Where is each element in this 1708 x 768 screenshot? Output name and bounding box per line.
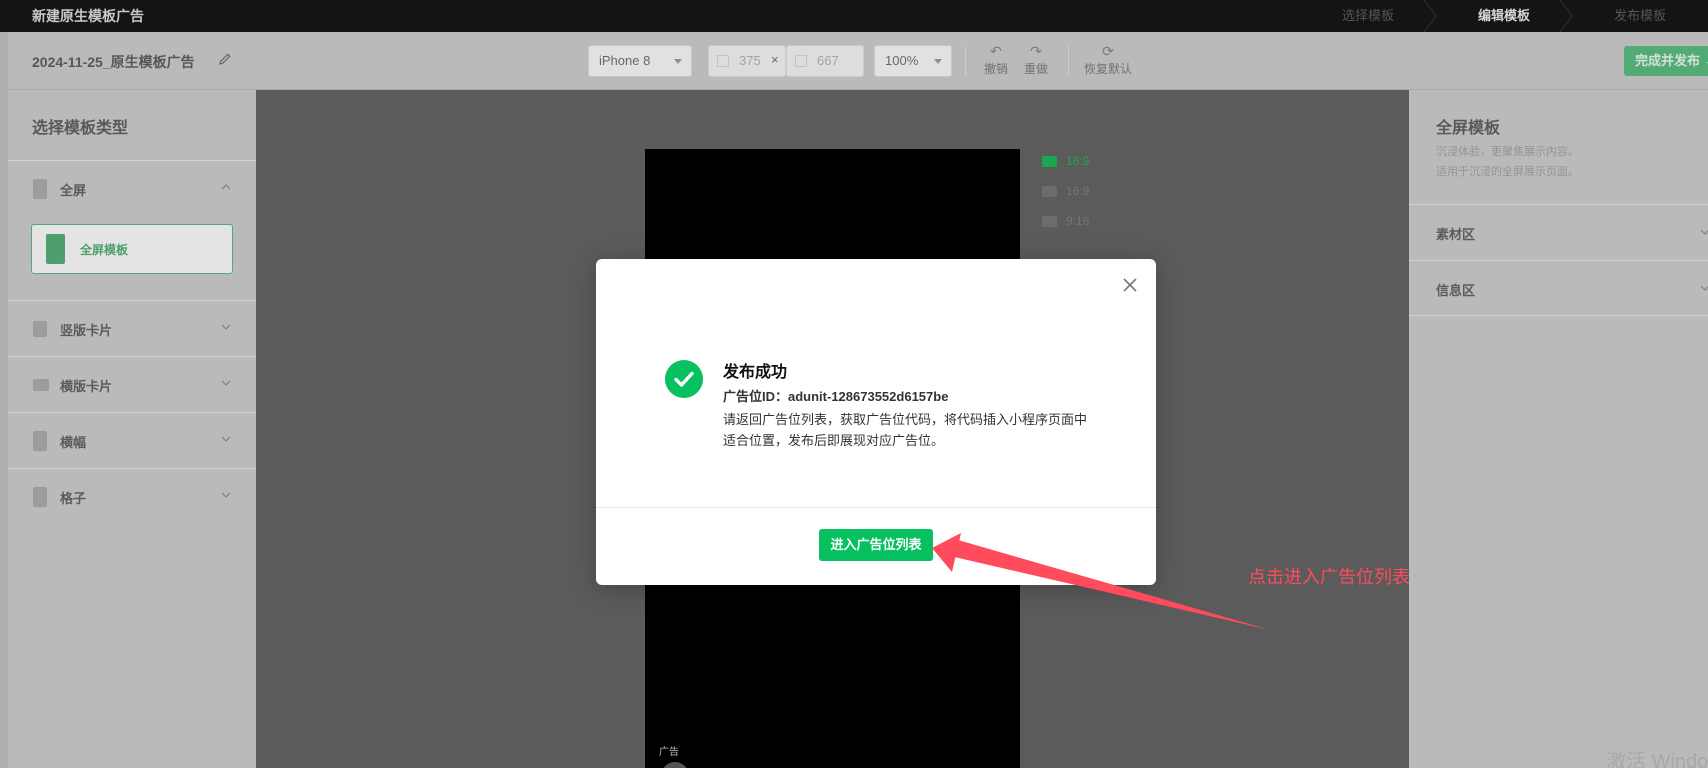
redo-label: 重做: [1023, 62, 1048, 76]
dialog-title: 发布成功: [723, 364, 788, 381]
window-edge: [0, 32, 8, 768]
ratio-list: 16:9 16:9 9:16: [1042, 151, 1089, 241]
publish-success-dialog: 发布成功 广告位ID：adunit-128673552d6157be 请返回广告…: [596, 259, 1156, 585]
chevron-down-icon: [221, 492, 231, 498]
section-info[interactable]: 信息区: [1409, 260, 1708, 316]
category-label: 格子: [60, 491, 87, 506]
video-icon: [1042, 216, 1057, 227]
annotation-text: 点击进入广告位列表: [1248, 567, 1410, 587]
reset-label: 恢复默认: [1083, 62, 1132, 76]
title-bar: 新建原生模板广告 选择模板 编辑模板 发布模板: [0, 0, 1708, 32]
section-material[interactable]: 素材区: [1409, 204, 1708, 260]
step-publish-template: 发布模板: [1572, 0, 1708, 32]
step-edit-template: 编辑模板: [1436, 0, 1573, 32]
category-label: 全屏: [60, 183, 87, 198]
card-icon: [33, 379, 49, 391]
caret-down-icon: [674, 59, 682, 64]
caret-down-icon: [934, 59, 942, 64]
chevron-down-icon: [221, 436, 231, 442]
category-label: 横幅: [60, 435, 87, 450]
ratio-image-16-9[interactable]: 16:9: [1042, 151, 1089, 181]
sidebar-title: 选择模板类型: [32, 120, 129, 137]
video-icon: [1042, 186, 1057, 197]
template-card-label: 全屏模板: [80, 243, 129, 257]
avatar: [661, 762, 689, 768]
category-horizontal-card[interactable]: 横版卡片: [8, 356, 256, 412]
document-title: 2024-11-25_原生模板广告: [32, 54, 195, 70]
ad-unit-id: 广告位ID：adunit-128673552d6157be: [723, 389, 949, 404]
divider: [965, 46, 966, 76]
step-label: 发布模板: [1613, 8, 1666, 23]
section-label: 素材区: [1436, 227, 1476, 242]
reset-default-button[interactable]: ⟳ 恢复默认: [1078, 42, 1138, 77]
chevron-down-icon: [221, 380, 231, 386]
enter-ad-list-button[interactable]: 进入广告位列表: [819, 529, 933, 561]
finish-publish-button[interactable]: 完成并发布 →: [1624, 46, 1708, 76]
times-symbol: ×: [771, 52, 779, 67]
step-select-template: 选择模板: [1300, 0, 1437, 32]
chevron-down-icon: [1700, 229, 1708, 235]
zoom-select[interactable]: 100%: [874, 45, 952, 77]
chevron-up-icon: [221, 184, 231, 190]
banner-icon: [33, 431, 47, 451]
category-banner[interactable]: 横幅: [8, 412, 256, 468]
step-label: 编辑模板: [1477, 8, 1530, 23]
image-icon: [1042, 156, 1057, 167]
divider: [1068, 46, 1069, 76]
ratio-video-9-16[interactable]: 9:16: [1042, 211, 1089, 241]
redo-icon: ↷: [1030, 43, 1042, 59]
template-card-fullscreen[interactable]: 全屏模板: [31, 224, 233, 274]
step-label: 选择模板: [1341, 8, 1394, 23]
width-icon: [717, 55, 729, 67]
ad-mark: 广告: [659, 747, 679, 758]
device-value: iPhone 8: [599, 53, 651, 68]
redo-button[interactable]: ↷ 重做: [1012, 42, 1060, 77]
panel-title: 全屏模板: [1436, 120, 1501, 137]
category-label: 竖版卡片: [60, 323, 113, 338]
zoom-value: 100%: [885, 53, 919, 68]
ratio-video-16-9[interactable]: 16:9: [1042, 181, 1089, 211]
left-sidebar: 选择模板类型 全屏 全屏模板 竖版卡片 横版卡片 横幅 格子: [8, 90, 256, 768]
edit-pencil-icon[interactable]: [218, 52, 232, 66]
step-indicator: 选择模板 编辑模板 发布模板: [1300, 0, 1708, 32]
toolbar: 2024-11-25_原生模板广告 iPhone 8 375 × 667 100…: [8, 32, 1708, 90]
height-input[interactable]: 667: [786, 45, 864, 77]
chevron-down-icon: [221, 324, 231, 330]
right-panel: 全屏模板 沉浸体验，更聚焦展示内容。 适用于沉浸的全屏展示页面。 素材区 信息区: [1409, 90, 1708, 768]
category-label: 横版卡片: [60, 379, 113, 394]
close-icon[interactable]: [1121, 276, 1139, 294]
device-select[interactable]: iPhone 8: [588, 45, 692, 77]
refresh-icon: ⟳: [1102, 43, 1114, 59]
category-grid[interactable]: 格子: [8, 468, 256, 524]
panel-description: 沉浸体验，更聚焦展示内容。 适用于沉浸的全屏展示页面。: [1436, 146, 1579, 178]
chevron-down-icon: [1700, 285, 1708, 291]
activation-watermark: 激活 Windo: [1606, 751, 1708, 768]
card-icon: [33, 321, 47, 337]
grid-icon: [33, 487, 47, 507]
dialog-description: 请返回广告位列表，获取广告位代码，将代码插入小程序页面中适合位置，发布后即展现对…: [723, 412, 1088, 448]
height-icon: [795, 55, 807, 67]
category-vertical-card[interactable]: 竖版卡片: [8, 300, 256, 356]
divider: [596, 507, 1156, 508]
success-check-icon: [665, 360, 703, 398]
phone-template-icon: [46, 234, 65, 264]
section-label: 信息区: [1436, 283, 1476, 298]
category-fullscreen[interactable]: 全屏: [8, 160, 256, 216]
phone-icon: [33, 179, 47, 199]
window-title: 新建原生模板广告: [32, 8, 144, 24]
